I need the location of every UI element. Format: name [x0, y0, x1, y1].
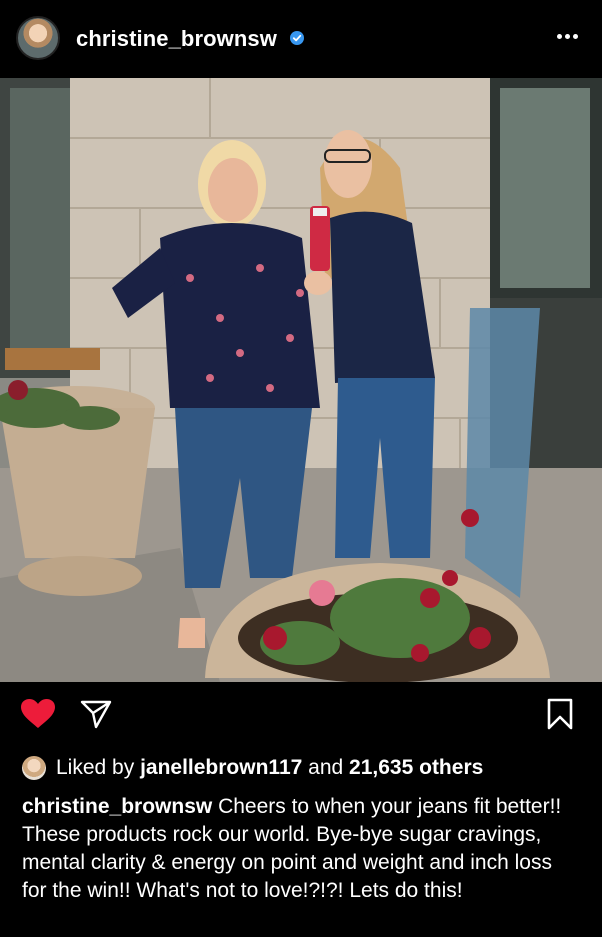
liked-by-user[interactable]: janellebrown117 — [140, 756, 302, 780]
more-options-icon[interactable] — [557, 26, 583, 50]
liker-avatar — [22, 756, 46, 780]
post-actions — [0, 690, 602, 740]
liked-by-others[interactable]: 21,635 others — [349, 756, 483, 780]
post-username[interactable]: christine_brownsw — [76, 26, 277, 52]
liked-by-and: and — [308, 756, 344, 779]
likes-summary[interactable]: Liked by janellebrown117 and 21,635 othe… — [22, 753, 483, 783]
verified-badge-icon — [290, 31, 304, 45]
liked-by-prefix: Liked by — [56, 756, 135, 779]
send-icon[interactable] — [80, 698, 112, 730]
post-header: christine_brownsw — [0, 0, 602, 78]
heart-icon[interactable] — [20, 698, 56, 730]
caption-username[interactable]: christine_brownsw — [22, 795, 212, 818]
bookmark-icon[interactable] — [546, 698, 574, 730]
post-caption: christine_brownsw Cheers to when your je… — [22, 793, 582, 905]
profile-avatar[interactable] — [16, 16, 60, 60]
post-photo[interactable] — [0, 78, 602, 682]
